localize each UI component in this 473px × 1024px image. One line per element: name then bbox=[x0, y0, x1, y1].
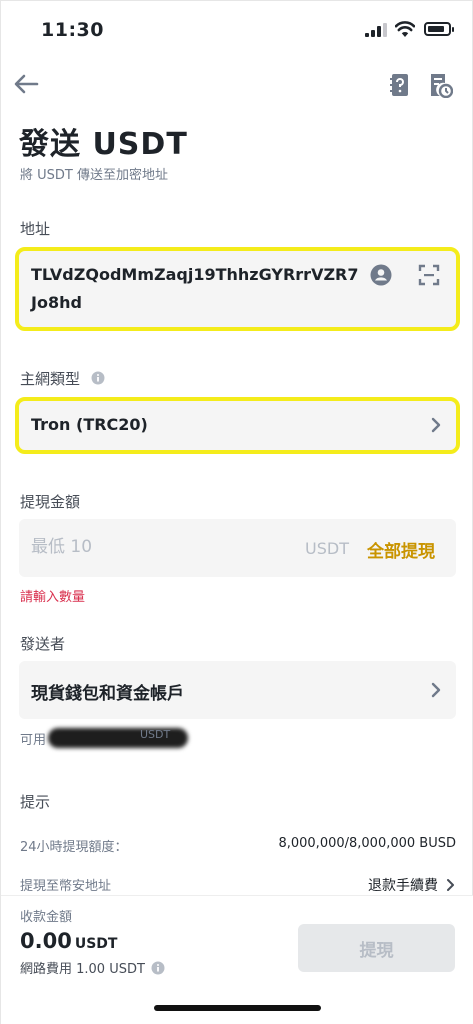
network-label: 主網類型 bbox=[20, 368, 105, 389]
amount-unit: USDT bbox=[305, 539, 349, 558]
chevron-right-icon bbox=[431, 682, 441, 698]
available-unit: USDT bbox=[140, 728, 171, 741]
chevron-right-icon bbox=[431, 417, 441, 433]
network-value: Tron (TRC20) bbox=[31, 415, 148, 434]
back-button[interactable] bbox=[11, 69, 41, 99]
withdraw-history-button[interactable] bbox=[428, 71, 454, 99]
amount-error: 請輸入數量 bbox=[20, 590, 86, 605]
address-field[interactable]: TLVdZQodMmZaqj19ThhzGYRrrVZR7Jo8hd bbox=[15, 247, 460, 331]
tips-label: 提示 bbox=[20, 793, 51, 811]
scan-qr-icon bbox=[418, 264, 440, 286]
cellular-signal-icon bbox=[365, 23, 387, 37]
contact-button[interactable] bbox=[369, 263, 393, 287]
amount-field[interactable]: USDT 全部提現 bbox=[19, 519, 456, 577]
available-balance: 可用 USDT bbox=[20, 728, 189, 748]
home-indicator bbox=[154, 1005, 321, 1011]
available-prefix: 可用 bbox=[20, 732, 47, 748]
amount-input[interactable] bbox=[31, 537, 301, 557]
receive-amount-value: 0.00 bbox=[20, 929, 72, 953]
address-book-icon bbox=[390, 74, 408, 96]
receive-unit: USDT bbox=[74, 936, 118, 952]
amount-label: 提現金額 bbox=[20, 493, 81, 511]
network-label-text: 主網類型 bbox=[20, 370, 81, 388]
history-icon bbox=[431, 74, 453, 98]
address-value[interactable]: TLVdZQodMmZaqj19ThhzGYRrrVZR7Jo8hd bbox=[31, 261, 361, 317]
info-icon[interactable] bbox=[91, 371, 105, 385]
sender-account: 現貨錢包和資金帳戶 bbox=[31, 684, 184, 704]
address-label: 地址 bbox=[20, 220, 51, 238]
chevron-right-icon bbox=[447, 879, 454, 891]
wifi-icon bbox=[395, 21, 415, 37]
app-screen: 11:30 發送 USDT 將 USDT 傳送至加密地址 地址 TLVdZQod… bbox=[0, 0, 473, 1024]
withdraw-button[interactable]: 提現 bbox=[298, 924, 455, 972]
sender-label: 發送者 bbox=[20, 635, 66, 653]
battery-icon bbox=[424, 22, 454, 36]
info-icon[interactable] bbox=[151, 961, 165, 975]
network-selector[interactable]: Tron (TRC20) bbox=[15, 397, 460, 454]
refund-fee-link[interactable]: 退款手續費 bbox=[368, 875, 456, 895]
user-circle-icon bbox=[370, 264, 392, 286]
withdraw-all-button[interactable]: 全部提現 bbox=[367, 537, 435, 562]
tip-key: 24小時提現額度： bbox=[20, 840, 128, 855]
network-fee-text: 網路費用 1.00 USDT bbox=[20, 962, 145, 977]
arrow-left-icon bbox=[14, 74, 39, 94]
receive-label: 收款金額 bbox=[20, 910, 73, 925]
page-subtitle: 將 USDT 傳送至加密地址 bbox=[20, 168, 168, 183]
tip-row: 24小時提現額度： 8,000,000/8,000,000 BUSD bbox=[20, 836, 456, 855]
receive-amount: 0.00 USDT bbox=[20, 929, 117, 953]
tip-value: 8,000,000/8,000,000 BUSD bbox=[278, 836, 456, 851]
status-bar: 11:30 bbox=[1, 1, 473, 59]
tip-key: 提現至幣安地址 bbox=[20, 879, 112, 894]
address-book-button[interactable] bbox=[387, 71, 413, 99]
sender-selector[interactable]: 現貨錢包和資金帳戶 bbox=[19, 661, 456, 719]
status-time: 11:30 bbox=[41, 19, 104, 41]
refund-fee-link-label: 退款手續費 bbox=[368, 878, 438, 894]
page-title: 發送 USDT bbox=[19, 127, 188, 162]
network-fee: 網路費用 1.00 USDT bbox=[20, 958, 165, 977]
scan-button[interactable] bbox=[417, 263, 441, 287]
tip-row: 提現至幣安地址 退款手續費 bbox=[20, 875, 456, 894]
